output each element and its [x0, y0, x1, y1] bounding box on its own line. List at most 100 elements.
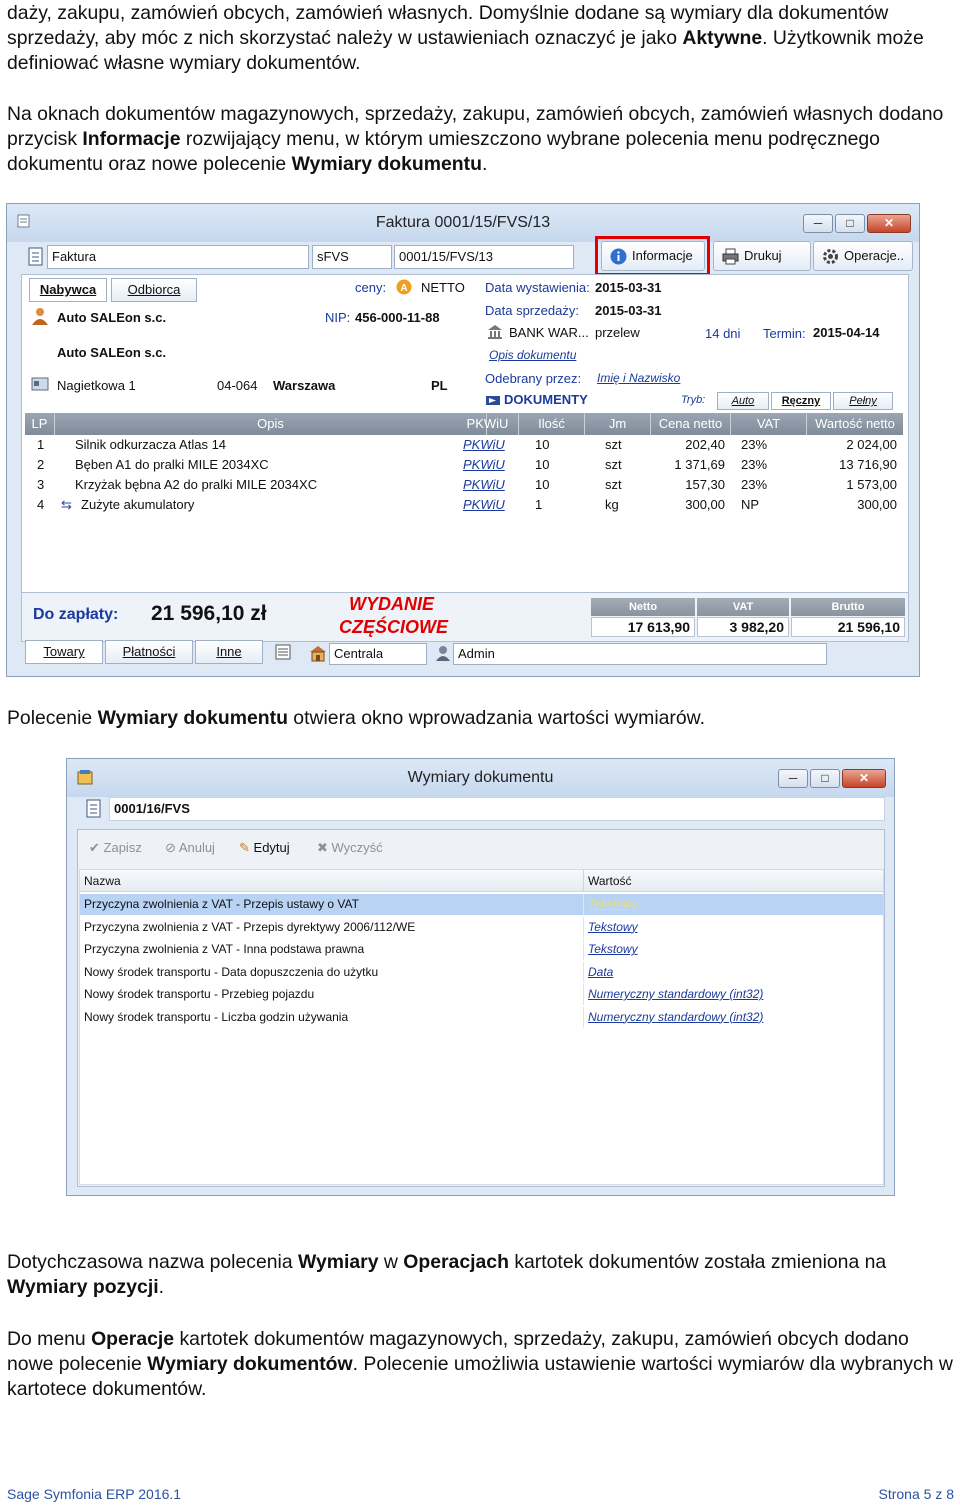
dimension-value[interactable]: Numeryczny standardowy (int32): [588, 1007, 763, 1028]
table-cell: 23%: [741, 437, 768, 452]
text-run: Dotychczasowa nazwa polecenia: [7, 1251, 299, 1273]
text-run: .: [481, 153, 488, 175]
doc-description-link[interactable]: Opis dokumentu: [489, 348, 576, 362]
bold-run: Wymiary dokumentu: [291, 153, 482, 175]
col-description[interactable]: Opis: [55, 413, 487, 435]
footer-page-number: Strona 5 z 8: [878, 1486, 955, 1502]
buyer-name-1: Auto SALEon s.c.: [57, 310, 167, 325]
table-row[interactable]: 2 Bęben A1 do pralki MILE 2034XC PKWiU 10 sz…: [25, 455, 903, 475]
sale-date[interactable]: 2015-03-31: [595, 303, 662, 318]
col-lp[interactable]: LP: [25, 413, 55, 435]
payment-days[interactable]: 14 dni: [705, 326, 740, 341]
table-header: Nazwa Wartość: [80, 870, 883, 892]
clear-button[interactable]: ✖ Wyczyść: [317, 840, 383, 856]
table-row[interactable]: Nowy środek transportu - Data dopuszczen…: [80, 961, 883, 983]
col-net-value[interactable]: Wartość netto: [807, 413, 903, 435]
table-row[interactable]: Przyczyna zwolnienia z VAT - Przepis dyr…: [80, 916, 883, 938]
nip-label: NIP:: [325, 310, 351, 325]
notes-icon[interactable]: [275, 644, 291, 660]
minimize-button[interactable]: ─: [803, 214, 833, 233]
table-cell[interactable]: PKWiU: [463, 475, 519, 495]
doc-number-field[interactable]: 0001/15/FVS/13: [394, 245, 574, 269]
col-vat[interactable]: VAT: [731, 413, 807, 435]
table-cell: 10: [535, 437, 550, 452]
dimension-name: Nowy środek transportu - Data dopuszczen…: [84, 964, 379, 979]
tab-buyer[interactable]: Nabywca: [29, 278, 107, 302]
edit-button[interactable]: ✎ Edytuj: [239, 840, 290, 856]
due-date[interactable]: 2015-04-14: [813, 325, 880, 340]
col-quantity[interactable]: Ilość: [519, 413, 585, 435]
tab-goods[interactable]: Towary: [25, 640, 103, 664]
department-field[interactable]: Centrala: [329, 643, 427, 665]
dimension-value[interactable]: Tekstowy: [588, 939, 638, 960]
close-button[interactable]: ✕: [867, 214, 911, 233]
table-cell: 1 573,00: [846, 477, 897, 492]
table-cell: szt: [605, 477, 622, 492]
table-cell: kg: [605, 497, 619, 512]
table-cell[interactable]: PKWiU: [463, 495, 519, 515]
dimension-name: Nowy środek transportu - Przebieg pojazd…: [84, 987, 315, 1001]
dimension-name: Przyczyna zwolnienia z VAT - Przepis ust…: [84, 897, 359, 911]
col-net-price[interactable]: Cena netto: [651, 413, 731, 435]
table-cell[interactable]: PKWiU: [463, 455, 519, 475]
stamp-line-1: WYDANIE: [349, 594, 434, 614]
prices-value[interactable]: NETTO: [421, 280, 465, 295]
col-pkwiu[interactable]: PKWiU: [457, 413, 519, 435]
maximize-button[interactable]: □: [835, 214, 865, 233]
table-cell: Bęben A1 do pralki MILE 2034XC: [75, 457, 269, 472]
sale-date-label: Data sprzedaży:: [485, 303, 579, 318]
text-run: otwiera okno wprowadzania wartości wymia…: [287, 707, 705, 729]
dimension-value[interactable]: Data: [588, 962, 613, 983]
table-cell: Krzyżak bębna A2 do pralki MILE 2034XC: [75, 477, 318, 492]
table-row[interactable]: Nowy środek transportu - Liczba godzin u…: [80, 1006, 883, 1028]
clear-label: Wyczyść: [331, 840, 383, 855]
tab-other[interactable]: Inne: [195, 640, 263, 664]
col-unit[interactable]: Jm: [585, 413, 651, 435]
documents-label[interactable]: DOKUMENTY: [504, 392, 588, 407]
table-row[interactable]: 3 Krzyżak bębna A2 do pralki MILE 2034XC P…: [25, 475, 903, 495]
pencil-icon: ✎: [239, 840, 250, 855]
table-cell: 1 371,69: [674, 457, 725, 472]
user-icon: [436, 646, 450, 661]
close-button[interactable]: ✕: [842, 769, 886, 788]
payment-value[interactable]: przelew: [595, 325, 640, 340]
table-row[interactable]: Nowy środek transportu - Przebieg pojazd…: [80, 984, 883, 1005]
maximize-button[interactable]: □: [810, 769, 840, 788]
series-field[interactable]: sFVS: [312, 245, 392, 269]
dimension-value[interactable]: Numeryczny standardowy (int32): [588, 984, 763, 1005]
issue-date[interactable]: 2015-03-31: [595, 280, 662, 295]
dimension-value[interactable]: Tekstowy: [588, 917, 638, 938]
print-button[interactable]: Drukuj: [713, 241, 811, 271]
table-cell[interactable]: PKWiU: [463, 435, 519, 455]
person-icon: [32, 308, 48, 325]
col-name[interactable]: Nazwa: [84, 874, 121, 888]
text-run: .: [158, 1276, 164, 1298]
table-row[interactable]: 4 Zużyte akumulatory PKWiU 1 kg 300,00 NP 300,0…: [25, 495, 903, 515]
mode-auto-tab[interactable]: Auto: [717, 392, 769, 410]
col-value[interactable]: Wartość: [588, 874, 632, 888]
mode-manual-tab[interactable]: Ręczny: [771, 392, 831, 410]
doc-number-field: 0001/16/FVS: [109, 797, 885, 821]
table-row[interactable]: Przyczyna zwolnienia z VAT - Inna podsta…: [80, 939, 883, 960]
table-row[interactable]: Przyczyna zwolnienia z VAT - Przepis ust…: [80, 894, 883, 915]
mode-full-tab[interactable]: Pełny: [833, 392, 893, 410]
user-field[interactable]: Admin: [453, 643, 827, 665]
table-row[interactable]: 1 Silnik odkurzacza Atlas 14 PKWiU 10 szt 202…: [25, 435, 903, 455]
minimize-button[interactable]: ─: [778, 769, 808, 788]
window-title: Faktura 0001/15/FVS/13: [375, 214, 551, 231]
tab-receiver[interactable]: Odbiorca: [111, 278, 197, 302]
table-body: Przyczyna zwolnienia z VAT - Przepis ust…: [80, 894, 883, 1034]
window-controls: ─ □ ✕: [778, 769, 886, 788]
save-button[interactable]: ✔ Zapisz: [89, 840, 142, 856]
items-table-body: 1 Silnik odkurzacza Atlas 14 PKWiU 10 szt 202…: [25, 435, 903, 585]
printer-icon: [722, 248, 739, 265]
received-link[interactable]: Imię i Nazwisko: [597, 371, 680, 385]
prices-label: ceny:: [355, 280, 387, 295]
bank-value[interactable]: BANK WAR...: [509, 325, 589, 340]
dimension-value[interactable]: Tekstowy: [588, 894, 638, 915]
toolbar: ✔ Zapisz ⊘ Anuluj ✎ Edytuj ✖ Wyczyść: [85, 837, 875, 861]
operations-button[interactable]: Operacje..: [813, 241, 913, 271]
tab-payments[interactable]: Płatności: [105, 640, 193, 664]
cancel-button[interactable]: ⊘ Anuluj: [165, 840, 215, 856]
doc-type-field[interactable]: Faktura: [47, 245, 309, 269]
